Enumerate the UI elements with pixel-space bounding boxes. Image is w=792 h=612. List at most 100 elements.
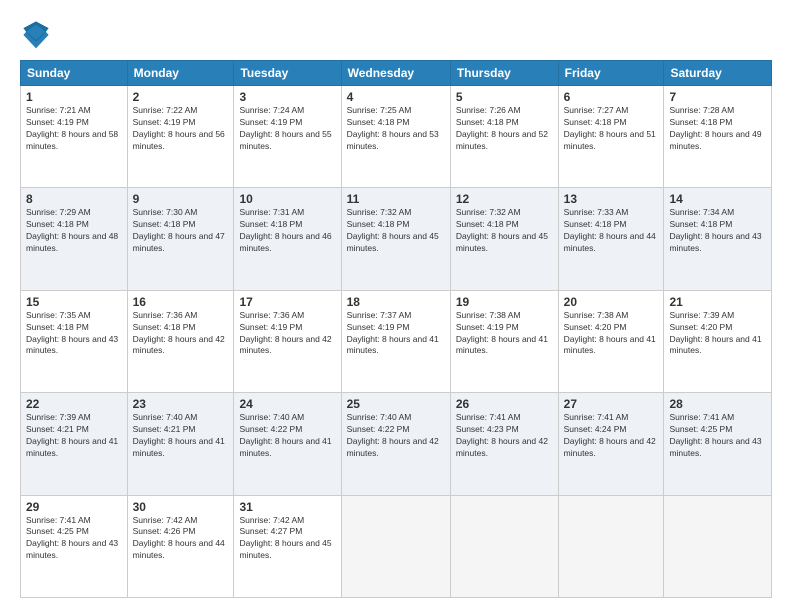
day-info: Sunrise: 7:40 AMSunset: 4:22 PMDaylight:… <box>347 412 439 458</box>
day-number: 8 <box>26 192 122 206</box>
calendar-cell: 24Sunrise: 7:40 AMSunset: 4:22 PMDayligh… <box>234 393 341 495</box>
day-info: Sunrise: 7:41 AMSunset: 4:25 PMDaylight:… <box>26 515 118 561</box>
calendar-cell <box>664 495 772 597</box>
day-info: Sunrise: 7:26 AMSunset: 4:18 PMDaylight:… <box>456 105 548 151</box>
day-number: 26 <box>456 397 553 411</box>
calendar-row-1: 1Sunrise: 7:21 AMSunset: 4:19 PMDaylight… <box>21 86 772 188</box>
calendar-cell: 17Sunrise: 7:36 AMSunset: 4:19 PMDayligh… <box>234 290 341 392</box>
day-number: 25 <box>347 397 445 411</box>
day-number: 28 <box>669 397 766 411</box>
day-info: Sunrise: 7:21 AMSunset: 4:19 PMDaylight:… <box>26 105 118 151</box>
day-info: Sunrise: 7:22 AMSunset: 4:19 PMDaylight:… <box>133 105 225 151</box>
logo <box>20 18 56 50</box>
day-number: 7 <box>669 90 766 104</box>
day-number: 23 <box>133 397 229 411</box>
day-number: 22 <box>26 397 122 411</box>
calendar-cell: 27Sunrise: 7:41 AMSunset: 4:24 PMDayligh… <box>558 393 664 495</box>
page: SundayMondayTuesdayWednesdayThursdayFrid… <box>0 0 792 612</box>
day-info: Sunrise: 7:33 AMSunset: 4:18 PMDaylight:… <box>564 207 656 253</box>
day-info: Sunrise: 7:37 AMSunset: 4:19 PMDaylight:… <box>347 310 439 356</box>
calendar-cell: 29Sunrise: 7:41 AMSunset: 4:25 PMDayligh… <box>21 495 128 597</box>
day-number: 1 <box>26 90 122 104</box>
day-number: 15 <box>26 295 122 309</box>
day-number: 11 <box>347 192 445 206</box>
calendar-row-5: 29Sunrise: 7:41 AMSunset: 4:25 PMDayligh… <box>21 495 772 597</box>
day-number: 3 <box>239 90 335 104</box>
day-info: Sunrise: 7:36 AMSunset: 4:18 PMDaylight:… <box>133 310 225 356</box>
calendar-cell: 15Sunrise: 7:35 AMSunset: 4:18 PMDayligh… <box>21 290 128 392</box>
calendar-cell: 12Sunrise: 7:32 AMSunset: 4:18 PMDayligh… <box>450 188 558 290</box>
calendar-cell: 30Sunrise: 7:42 AMSunset: 4:26 PMDayligh… <box>127 495 234 597</box>
day-number: 17 <box>239 295 335 309</box>
calendar-cell: 10Sunrise: 7:31 AMSunset: 4:18 PMDayligh… <box>234 188 341 290</box>
day-info: Sunrise: 7:29 AMSunset: 4:18 PMDaylight:… <box>26 207 118 253</box>
calendar-row-2: 8Sunrise: 7:29 AMSunset: 4:18 PMDaylight… <box>21 188 772 290</box>
calendar-row-4: 22Sunrise: 7:39 AMSunset: 4:21 PMDayligh… <box>21 393 772 495</box>
day-header-saturday: Saturday <box>664 61 772 86</box>
day-info: Sunrise: 7:30 AMSunset: 4:18 PMDaylight:… <box>133 207 225 253</box>
calendar-cell: 14Sunrise: 7:34 AMSunset: 4:18 PMDayligh… <box>664 188 772 290</box>
day-number: 20 <box>564 295 659 309</box>
day-info: Sunrise: 7:38 AMSunset: 4:19 PMDaylight:… <box>456 310 548 356</box>
day-info: Sunrise: 7:31 AMSunset: 4:18 PMDaylight:… <box>239 207 331 253</box>
day-info: Sunrise: 7:38 AMSunset: 4:20 PMDaylight:… <box>564 310 656 356</box>
day-number: 14 <box>669 192 766 206</box>
calendar-cell: 6Sunrise: 7:27 AMSunset: 4:18 PMDaylight… <box>558 86 664 188</box>
day-number: 5 <box>456 90 553 104</box>
day-header-monday: Monday <box>127 61 234 86</box>
calendar-cell: 28Sunrise: 7:41 AMSunset: 4:25 PMDayligh… <box>664 393 772 495</box>
day-header-friday: Friday <box>558 61 664 86</box>
calendar-body: 1Sunrise: 7:21 AMSunset: 4:19 PMDaylight… <box>21 86 772 598</box>
day-info: Sunrise: 7:35 AMSunset: 4:18 PMDaylight:… <box>26 310 118 356</box>
calendar-cell: 25Sunrise: 7:40 AMSunset: 4:22 PMDayligh… <box>341 393 450 495</box>
calendar-cell <box>341 495 450 597</box>
calendar-table: SundayMondayTuesdayWednesdayThursdayFrid… <box>20 60 772 598</box>
day-header-sunday: Sunday <box>21 61 128 86</box>
calendar-cell: 20Sunrise: 7:38 AMSunset: 4:20 PMDayligh… <box>558 290 664 392</box>
calendar-cell: 26Sunrise: 7:41 AMSunset: 4:23 PMDayligh… <box>450 393 558 495</box>
day-number: 21 <box>669 295 766 309</box>
day-info: Sunrise: 7:40 AMSunset: 4:21 PMDaylight:… <box>133 412 225 458</box>
calendar-cell: 8Sunrise: 7:29 AMSunset: 4:18 PMDaylight… <box>21 188 128 290</box>
calendar-header: SundayMondayTuesdayWednesdayThursdayFrid… <box>21 61 772 86</box>
calendar-cell: 4Sunrise: 7:25 AMSunset: 4:18 PMDaylight… <box>341 86 450 188</box>
day-info: Sunrise: 7:28 AMSunset: 4:18 PMDaylight:… <box>669 105 761 151</box>
day-info: Sunrise: 7:41 AMSunset: 4:23 PMDaylight:… <box>456 412 548 458</box>
day-info: Sunrise: 7:27 AMSunset: 4:18 PMDaylight:… <box>564 105 656 151</box>
day-number: 29 <box>26 500 122 514</box>
day-info: Sunrise: 7:36 AMSunset: 4:19 PMDaylight:… <box>239 310 331 356</box>
calendar-cell <box>450 495 558 597</box>
calendar: SundayMondayTuesdayWednesdayThursdayFrid… <box>20 60 772 598</box>
calendar-cell: 9Sunrise: 7:30 AMSunset: 4:18 PMDaylight… <box>127 188 234 290</box>
day-info: Sunrise: 7:39 AMSunset: 4:20 PMDaylight:… <box>669 310 761 356</box>
header <box>20 18 772 50</box>
day-info: Sunrise: 7:34 AMSunset: 4:18 PMDaylight:… <box>669 207 761 253</box>
calendar-row-3: 15Sunrise: 7:35 AMSunset: 4:18 PMDayligh… <box>21 290 772 392</box>
calendar-cell: 13Sunrise: 7:33 AMSunset: 4:18 PMDayligh… <box>558 188 664 290</box>
day-info: Sunrise: 7:41 AMSunset: 4:25 PMDaylight:… <box>669 412 761 458</box>
calendar-cell: 18Sunrise: 7:37 AMSunset: 4:19 PMDayligh… <box>341 290 450 392</box>
calendar-cell: 1Sunrise: 7:21 AMSunset: 4:19 PMDaylight… <box>21 86 128 188</box>
day-number: 18 <box>347 295 445 309</box>
day-number: 12 <box>456 192 553 206</box>
calendar-cell: 21Sunrise: 7:39 AMSunset: 4:20 PMDayligh… <box>664 290 772 392</box>
calendar-cell: 23Sunrise: 7:40 AMSunset: 4:21 PMDayligh… <box>127 393 234 495</box>
calendar-cell <box>558 495 664 597</box>
day-info: Sunrise: 7:40 AMSunset: 4:22 PMDaylight:… <box>239 412 331 458</box>
calendar-cell: 11Sunrise: 7:32 AMSunset: 4:18 PMDayligh… <box>341 188 450 290</box>
day-header-tuesday: Tuesday <box>234 61 341 86</box>
day-info: Sunrise: 7:42 AMSunset: 4:27 PMDaylight:… <box>239 515 331 561</box>
day-number: 24 <box>239 397 335 411</box>
day-number: 16 <box>133 295 229 309</box>
day-number: 4 <box>347 90 445 104</box>
calendar-cell: 3Sunrise: 7:24 AMSunset: 4:19 PMDaylight… <box>234 86 341 188</box>
day-number: 10 <box>239 192 335 206</box>
calendar-cell: 22Sunrise: 7:39 AMSunset: 4:21 PMDayligh… <box>21 393 128 495</box>
calendar-cell: 19Sunrise: 7:38 AMSunset: 4:19 PMDayligh… <box>450 290 558 392</box>
day-info: Sunrise: 7:24 AMSunset: 4:19 PMDaylight:… <box>239 105 331 151</box>
day-header-wednesday: Wednesday <box>341 61 450 86</box>
calendar-cell: 5Sunrise: 7:26 AMSunset: 4:18 PMDaylight… <box>450 86 558 188</box>
day-info: Sunrise: 7:25 AMSunset: 4:18 PMDaylight:… <box>347 105 439 151</box>
day-number: 19 <box>456 295 553 309</box>
day-info: Sunrise: 7:32 AMSunset: 4:18 PMDaylight:… <box>347 207 439 253</box>
